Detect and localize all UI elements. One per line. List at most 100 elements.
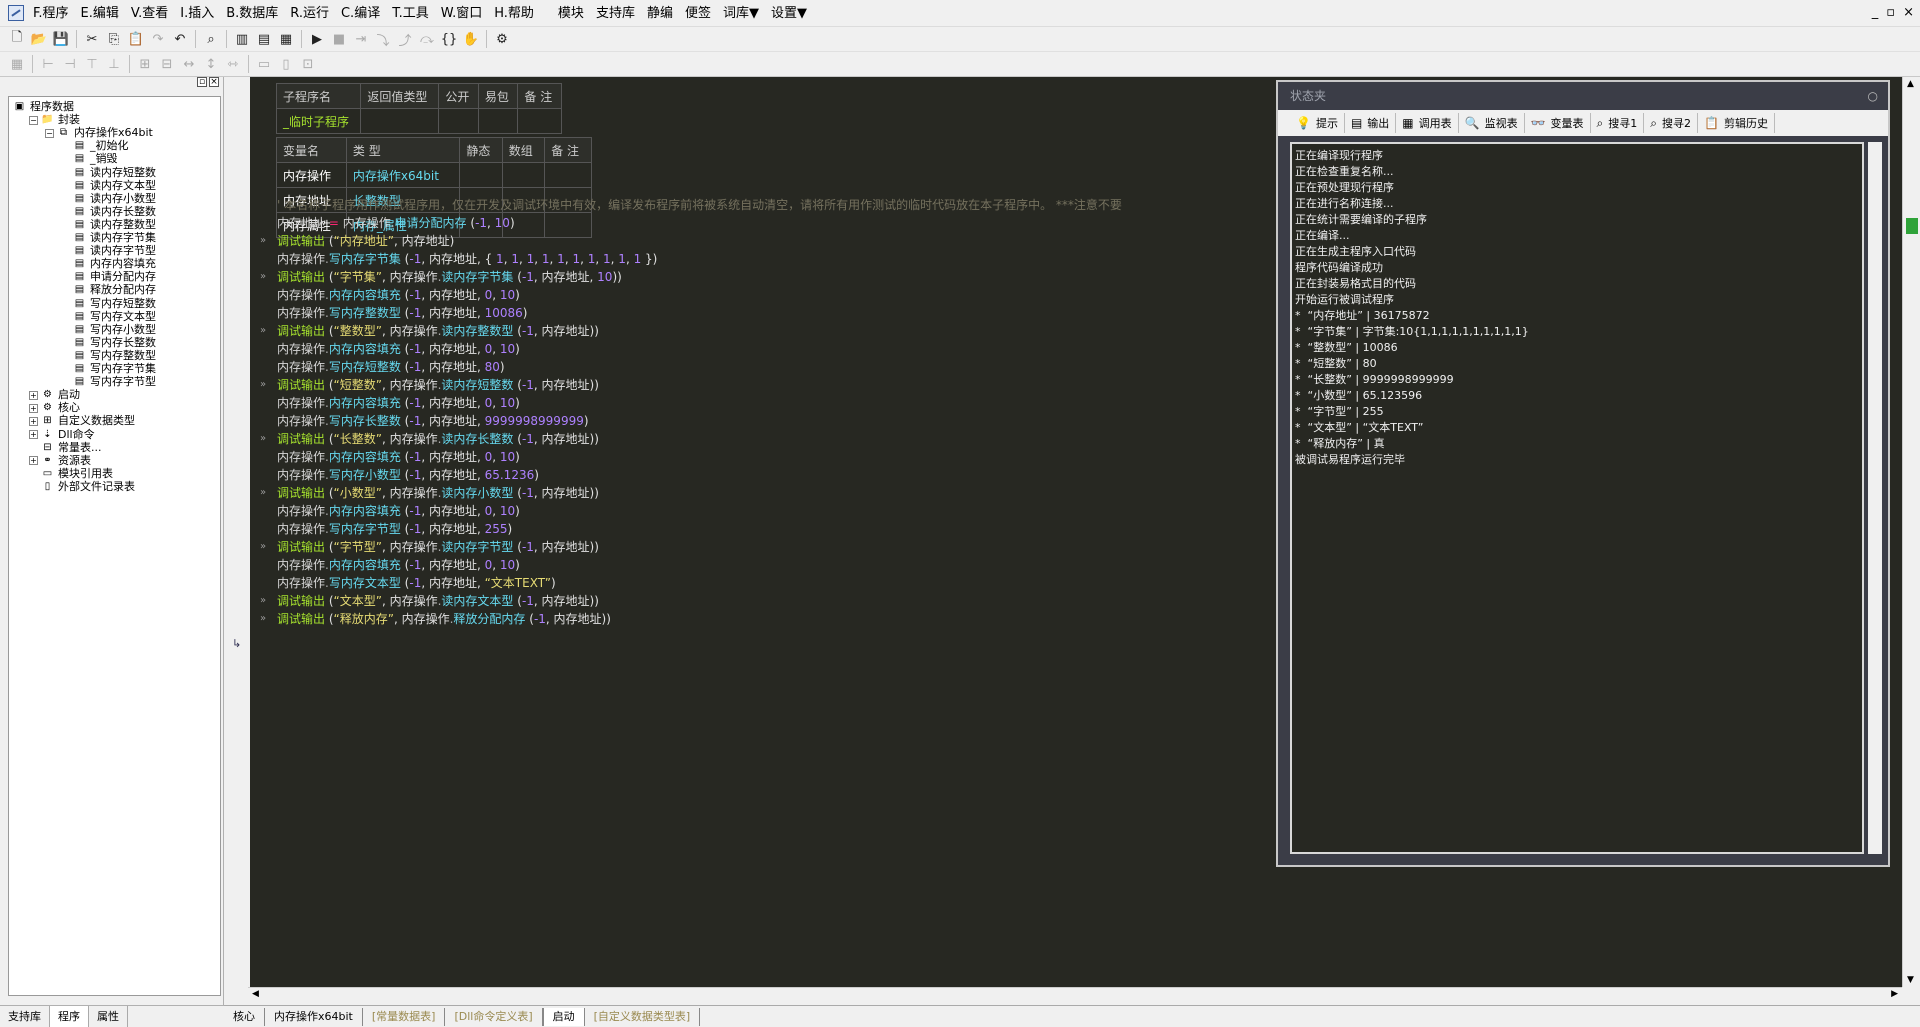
status-panel-close-icon[interactable]: ○ [1868,82,1878,110]
status-tab[interactable]: ▦ 调用表 [1396,113,1459,133]
code-line[interactable]: 内存操作.内存内容填充 (-1, 内存地址, 0, 10) [277,393,520,413]
editor-horizontal-scrollbar[interactable]: ◀ ▶ [248,987,1902,1003]
breakpoint-marker-icon[interactable]: ↳ [232,637,241,650]
sub-name-cell[interactable]: _临时子程序 [275,108,362,134]
editor-tab[interactable]: [自定义数据类型表] [585,1007,701,1026]
code-line[interactable]: 内存操作.写内存文本型 (-1, 内存地址, “文本TEXT”) [277,573,556,593]
layout3-icon[interactable]: ▦ [275,29,297,49]
same-height-icon[interactable]: ↕ [200,54,222,74]
public-cell[interactable] [438,108,479,134]
fold-arrow-icon[interactable]: » [260,235,266,246]
code-line[interactable]: 内存操作.写内存长整数 (-1, 内存地址, 9999998999999) [277,411,589,431]
status-tab[interactable]: 📋 剪辑历史 [1698,113,1775,133]
menu-item[interactable]: I.插入 [174,0,220,27]
editor-vertical-scrollbar[interactable]: ▲ ▼ [1902,77,1920,987]
run-icon[interactable]: ▶ [306,29,328,49]
var-name-cell[interactable]: 内存操作 [276,162,347,188]
minimize-icon[interactable]: _ [1872,5,1879,20]
menu-item[interactable]: B.数据库 [220,0,284,27]
tab-program[interactable]: 程序 [50,1006,89,1027]
editor-tab[interactable]: 内存操作x64bit [265,1007,363,1026]
step-icon[interactable]: ⇥ [350,29,372,49]
epackage-cell[interactable] [477,108,519,134]
status-tab[interactable]: ⌕ 搜寻1 [1591,113,1645,133]
menu-item[interactable]: V.查看 [125,0,174,27]
menu-item[interactable]: C.编译 [335,0,386,27]
stop-icon[interactable]: ■ [328,29,350,49]
restore-icon[interactable]: ▫ [1886,5,1895,20]
status-tab[interactable]: 💡 提示 [1290,113,1345,133]
menu-item[interactable]: T.工具 [386,0,435,27]
collapse-icon[interactable]: − [29,115,38,125]
menu-item-extra[interactable]: 便签 [679,0,717,27]
size-icon[interactable]: ▭ [253,54,275,74]
editor-tab[interactable]: 核心 [224,1007,265,1026]
step-out-icon[interactable]: ⤴ [394,29,416,49]
code-line[interactable]: 内存操作.写内存短整数 (-1, 内存地址, 80) [277,357,505,377]
step-over-icon[interactable]: ⤼ [416,29,438,49]
braces-icon[interactable]: {} [438,29,460,49]
menu-item[interactable]: E.编辑 [75,0,125,27]
undo-icon[interactable]: ↶ [169,29,191,49]
status-tab[interactable]: ▤ 输出 [1345,113,1397,133]
compile-icon[interactable]: ⚙ [491,29,513,49]
var-array-cell[interactable] [501,162,546,188]
code-line[interactable]: 内存操作.内存内容填充 (-1, 内存地址, 0, 10) [277,447,520,467]
output-scrollbar[interactable] [1868,142,1882,854]
align-left-icon[interactable]: ⊢ [37,54,59,74]
collapse-icon[interactable]: − [45,128,54,138]
menu-item-extra[interactable]: 支持库 [590,0,641,27]
close-icon[interactable]: × [1903,5,1914,20]
code-line[interactable]: 内存操作.写内存字节型 (-1, 内存地址, 255) [277,519,512,539]
size-v-icon[interactable]: ▯ [275,54,297,74]
scroll-up-icon[interactable]: ▲ [1907,79,1914,89]
var-type-cell[interactable]: 内存操作x64bit [345,162,461,188]
code-line[interactable]: 内存操作.内存内容填充 (-1, 内存地址, 0, 10) [277,555,520,575]
menu-item[interactable]: W.窗口 [435,0,489,27]
code-line[interactable]: 内存操作.写内存字节集 (-1, 内存地址, { 1, 1, 1, 1, 1, … [277,249,657,269]
status-tab[interactable]: ⌕ 搜寻2 [1644,113,1699,133]
same-width-icon[interactable]: ↔ [178,54,200,74]
cut-icon[interactable]: ✂ [81,29,103,49]
code-line[interactable]: 调试输出 (“释放内存”, 内存操作.释放分配内存 (-1, 内存地址)) [277,609,611,629]
status-panel-title-bar[interactable]: 状态夹 ○ [1278,82,1888,110]
align-right-icon[interactable]: ⊣ [59,54,81,74]
align-top-icon[interactable]: ⊤ [81,54,103,74]
menu-item[interactable]: F.程序 [27,0,75,27]
expand-icon[interactable]: + [29,403,38,413]
output-console[interactable]: 正在编译现行程序 正在检查重复名称... 正在预处理现行程序 正在进行名称连接... 正… [1290,142,1864,854]
code-line[interactable]: 调试输出 (“整数型”, 内存操作.读内存整数型 (-1, 内存地址)) [277,321,599,341]
code-line[interactable]: 调试输出 (“字节型”, 内存操作.读内存字节型 (-1, 内存地址)) [277,537,599,557]
status-tab[interactable]: 👓 变量表 [1525,113,1591,133]
center-h-icon[interactable]: ⊞ [134,54,156,74]
code-line[interactable]: 内存操作.写内存小数型 (-1, 内存地址, 65.1236) [277,465,539,485]
code-line[interactable]: 调试输出 (“字节集”, 内存操作.读内存字节集 (-1, 内存地址, 10)) [277,267,622,287]
fold-arrow-icon[interactable]: » [260,325,266,336]
grid-icon[interactable]: ▦ [6,54,28,74]
tree-item[interactable]: ▯ 外部文件记录表 [29,479,135,495]
code-line[interactable]: 调试输出 (“文本型”, 内存操作.读内存文本型 (-1, 内存地址)) [277,591,599,611]
bookmark-marker[interactable] [1906,218,1918,234]
code-line[interactable]: 内存操作.内存内容填充 (-1, 内存地址, 0, 10) [277,501,520,521]
code-line[interactable]: 内存操作.写内存整数型 (-1, 内存地址, 10086) [277,303,527,323]
expand-icon[interactable]: + [29,416,38,426]
code-line[interactable]: 调试输出 (“内存地址”, 内存地址) [277,231,454,251]
var-remark-cell[interactable] [544,162,592,188]
var-remark-cell[interactable] [544,212,592,238]
lock-icon[interactable]: ⊡ [297,54,319,74]
space-h-icon[interactable]: ⇿ [222,54,244,74]
find-icon[interactable]: ⌕ [200,29,222,49]
expand-icon[interactable]: + [29,390,38,400]
code-line[interactable]: 内存操作.内存内容填充 (-1, 内存地址, 0, 10) [277,339,520,359]
hand-icon[interactable]: ✋ [460,29,482,49]
fold-arrow-icon[interactable]: » [260,379,266,390]
tab-properties[interactable]: 属性 [89,1006,128,1027]
panel-pin-icon[interactable]: ▫ [197,77,207,87]
expand-icon[interactable]: + [29,456,38,466]
status-tab[interactable]: 🔍 监视表 [1459,113,1525,133]
scroll-right-icon[interactable]: ▶ [1891,989,1898,999]
paste-icon[interactable]: 📋 [125,29,147,49]
fold-arrow-icon[interactable]: » [260,271,266,282]
menu-item[interactable]: H.帮助 [488,0,540,27]
fold-arrow-icon[interactable]: » [260,487,266,498]
